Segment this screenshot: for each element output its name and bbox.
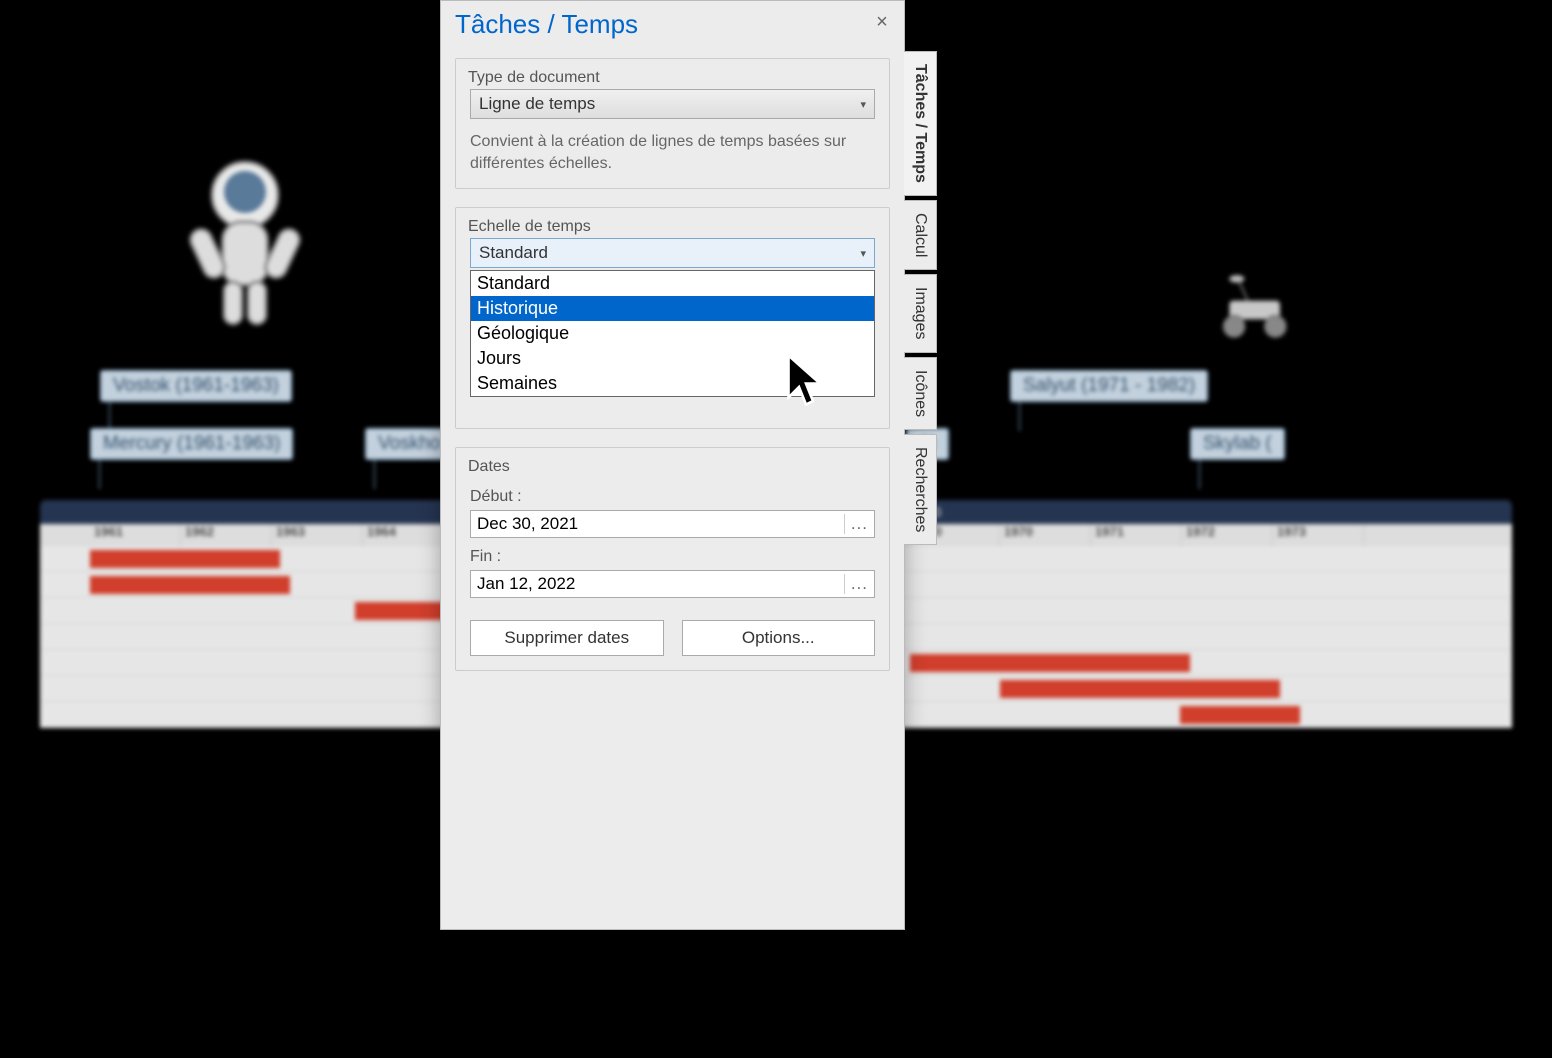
timeline-event-label: Salyut (1971 - 1982) — [1010, 370, 1208, 402]
close-icon[interactable]: × — [868, 11, 896, 39]
document-type-section: Type de document Ligne de temps ▾ Convie… — [455, 58, 890, 189]
timeline-event-label: Vostok (1961-1963) — [100, 370, 292, 402]
chevron-down-icon: ▾ — [860, 247, 866, 260]
section-legend: Echelle de temps — [468, 218, 591, 236]
dropdown-option[interactable]: Géologique — [471, 321, 874, 346]
cursor-icon — [785, 352, 827, 410]
dropdown-option[interactable]: Standard — [471, 271, 874, 296]
timeline-event-label: Mercury (1961-1963) — [90, 428, 293, 460]
timescale-select[interactable]: Standard ▾ — [470, 238, 875, 268]
rover-icon — [1202, 270, 1312, 350]
timeline-event-label: Skylab ( — [1190, 428, 1285, 460]
chevron-down-icon: ▾ — [860, 98, 866, 111]
tab-tasks-time[interactable]: Tâches / Temps — [904, 51, 937, 196]
date-picker-icon[interactable]: ... — [844, 514, 868, 534]
tab-searches[interactable]: Recherches — [904, 434, 937, 545]
date-picker-icon[interactable]: ... — [844, 574, 868, 594]
delete-dates-button[interactable]: Supprimer dates — [470, 620, 664, 656]
tab-images[interactable]: Images — [904, 274, 937, 352]
dialog-title: Tâches / Temps × — [441, 1, 904, 44]
end-date-input[interactable]: Jan 12, 2022 ... — [470, 570, 875, 598]
tab-calcul[interactable]: Calcul — [904, 200, 937, 270]
dates-section: Dates Début : Dec 30, 2021 ... Fin : Jan… — [455, 447, 890, 671]
document-type-select[interactable]: Ligne de temps ▾ — [470, 89, 875, 119]
hint-text: Convient à la création de lignes de temp… — [470, 131, 875, 174]
side-tab-strip: Tâches / Temps Calcul Images Icônes Rech… — [904, 51, 942, 549]
section-legend: Type de document — [468, 69, 600, 87]
astronaut-icon — [170, 150, 320, 330]
dropdown-option[interactable]: Historique — [471, 296, 874, 321]
tab-icons[interactable]: Icônes — [904, 357, 937, 430]
options-button[interactable]: Options... — [682, 620, 876, 656]
section-legend: Dates — [468, 458, 510, 476]
end-date-label: Fin : — [470, 548, 875, 566]
start-date-input[interactable]: Dec 30, 2021 ... — [470, 510, 875, 538]
start-date-label: Début : — [470, 488, 875, 506]
tasks-time-dialog: Tâches / Temps × Type de document Ligne … — [440, 0, 905, 930]
